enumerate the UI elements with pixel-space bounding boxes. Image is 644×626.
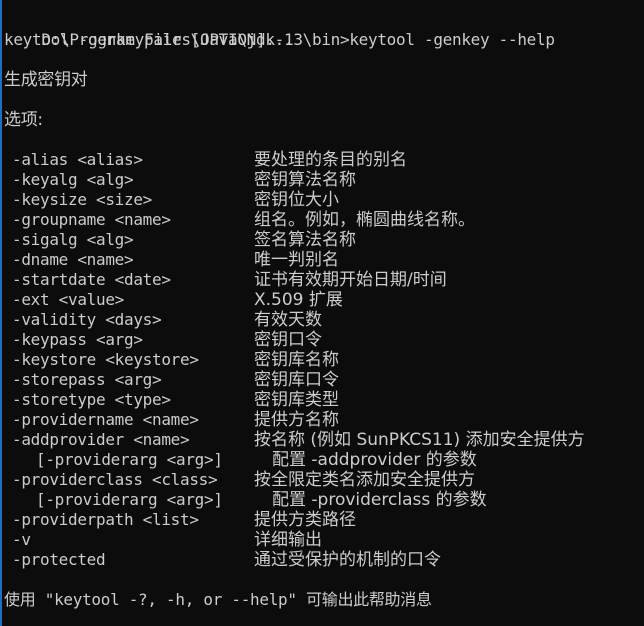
option-description: 密钥库名称	[254, 350, 339, 370]
option-description: 配置 -addprovider 的参数	[272, 450, 477, 470]
command-line: D:\Program Files\Java\jdk-13\bin>keytool…	[4, 10, 555, 49]
option-name: -alias <alias>	[12, 150, 143, 169]
option-name: -ext <value>	[12, 290, 124, 309]
option-subarg: [-providerarg <arg>]	[36, 450, 223, 469]
command-text: keytool -genkey --help	[349, 30, 555, 49]
option-description: 有效天数	[254, 310, 322, 330]
option-name: -validity <days>	[12, 310, 162, 329]
option-description: 唯一判别名	[254, 250, 339, 270]
terminal-window[interactable]: D:\Program Files\Java\jdk-13\bin>keytool…	[0, 0, 644, 626]
option-name: -startdate <date>	[12, 270, 171, 289]
option-description: 证书有效期开始日期/时间	[254, 270, 447, 290]
option-name: -sigalg <alg>	[12, 230, 134, 249]
command-description: 生成密钥对	[4, 70, 88, 90]
option-description: 提供方名称	[254, 410, 339, 430]
option-name: -keypass <arg>	[12, 330, 143, 349]
option-description: 组名。例如，椭圆曲线名称。	[254, 210, 475, 230]
option-description: 按全限定类名添加安全提供方	[254, 470, 475, 490]
option-description: 按名称 (例如 SunPKCS11) 添加安全提供方	[254, 430, 585, 450]
option-name: -storepass <arg>	[12, 370, 162, 389]
option-name: -v	[12, 530, 31, 549]
option-description: 密钥库类型	[254, 390, 339, 410]
option-name: -keystore <keystore>	[12, 350, 199, 369]
option-description: 要处理的条目的别名	[254, 150, 407, 170]
option-name: -keyalg <alg>	[12, 170, 134, 189]
option-name: -keysize <size>	[12, 190, 152, 209]
options-heading: 选项:	[4, 110, 43, 130]
option-description: 通过受保护的机制的口令	[254, 550, 441, 570]
usage-line: keytool -genkeypair [OPTION]...	[4, 30, 294, 49]
option-name: -dname <name>	[12, 250, 134, 269]
help-footer: 使用 "keytool -?, -h, or --help" 可输出此帮助消息	[4, 590, 432, 609]
option-name: -groupname <name>	[12, 210, 171, 229]
option-description: X.509 扩展	[254, 290, 343, 310]
option-subarg: [-providerarg <arg>]	[36, 490, 223, 509]
option-description: 提供方类路径	[254, 510, 356, 530]
option-description: 详细输出	[254, 530, 322, 550]
option-name: -protected	[12, 550, 106, 569]
option-description: 签名算法名称	[254, 230, 356, 250]
option-name: -providerpath <list>	[12, 510, 199, 529]
option-description: 配置 -providerclass 的参数	[272, 490, 487, 510]
option-description: 密钥算法名称	[254, 170, 356, 190]
option-description: 密钥库口令	[254, 370, 339, 390]
option-name: -providername <name>	[12, 410, 199, 429]
option-name: -storetype <type>	[12, 390, 171, 409]
option-description: 密钥位大小	[254, 190, 339, 210]
option-description: 密钥口令	[254, 330, 322, 350]
option-name: -addprovider <name>	[12, 430, 190, 449]
option-name: -providerclass <class>	[12, 470, 218, 489]
